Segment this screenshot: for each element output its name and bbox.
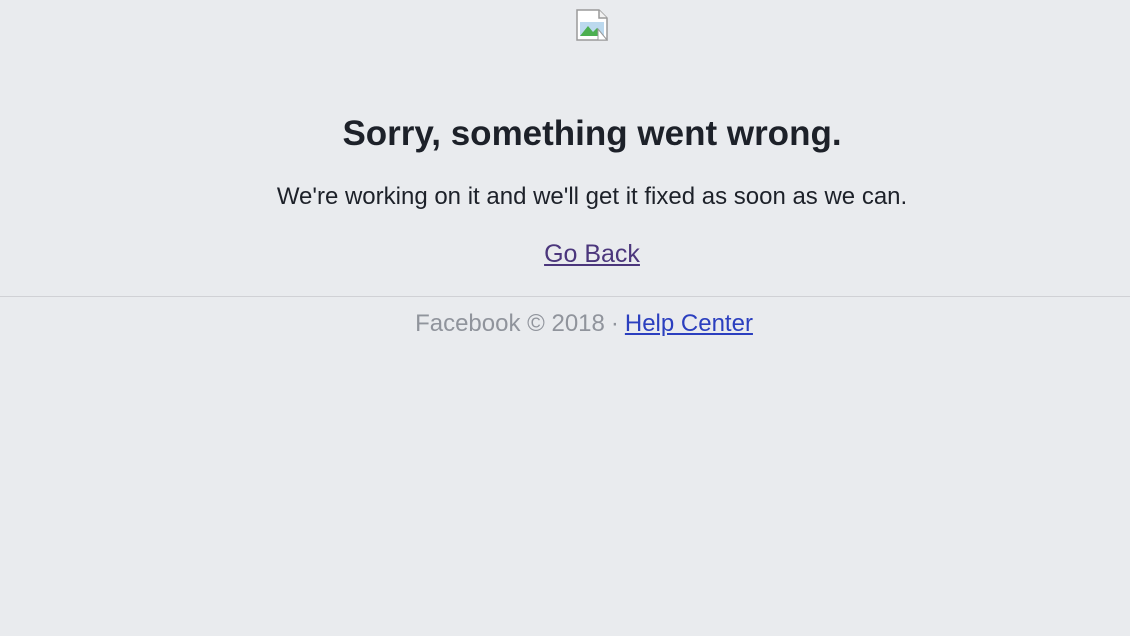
footer-separator: · — [610, 310, 619, 337]
footer-divider — [0, 296, 1130, 297]
footer: Facebook © 2018 · Help Center — [0, 308, 1130, 340]
help-center-link[interactable]: Help Center — [625, 310, 753, 337]
error-message: We're working on it and we'll get it fix… — [276, 183, 908, 210]
error-headline: Sorry, something went wrong. — [342, 114, 842, 153]
go-back-container: Go Back — [0, 238, 1130, 270]
go-back-link[interactable]: Go Back — [544, 240, 640, 268]
copyright-text: Facebook © 2018 — [415, 310, 605, 337]
broken-image-icon — [576, 9, 608, 41]
